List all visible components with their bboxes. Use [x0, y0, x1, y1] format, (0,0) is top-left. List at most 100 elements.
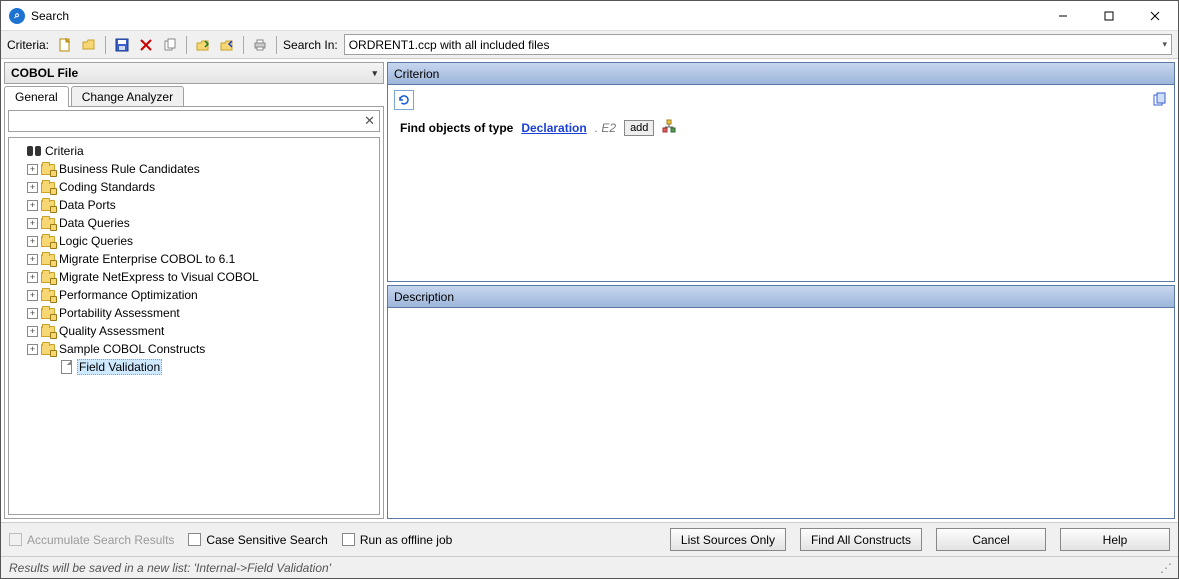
offline-checkbox[interactable]: Run as offline job: [342, 533, 453, 547]
tree-item[interactable]: +Coding Standards: [11, 178, 377, 196]
app-icon: ⌕: [9, 8, 25, 24]
folder-icon: [40, 269, 56, 285]
expand-icon[interactable]: +: [27, 272, 38, 283]
refresh-button[interactable]: [394, 90, 414, 110]
new-file-icon: [58, 38, 72, 52]
folder-icon: [40, 251, 56, 267]
tab-general[interactable]: General: [4, 86, 69, 107]
refresh-icon: [397, 93, 411, 107]
folder-icon: [40, 161, 56, 177]
tree-item-label: Business Rule Candidates: [59, 162, 200, 176]
save-button[interactable]: [112, 35, 132, 55]
clear-filter-icon[interactable]: ✕: [364, 113, 375, 129]
folder-icon: [40, 197, 56, 213]
folder-icon: [40, 233, 56, 249]
file-type-label: COBOL File: [11, 66, 78, 80]
file-type-combo[interactable]: COBOL File ▾: [4, 62, 384, 84]
expand-icon[interactable]: +: [27, 344, 38, 355]
open-criteria-button[interactable]: [79, 35, 99, 55]
expand-icon[interactable]: +: [27, 308, 38, 319]
tab-change-analyzer[interactable]: Change Analyzer: [71, 86, 184, 107]
tree-item[interactable]: +Migrate NetExpress to Visual COBOL: [11, 268, 377, 286]
hierarchy-icon[interactable]: [662, 119, 676, 136]
tree-filter[interactable]: ✕: [8, 110, 380, 132]
checkbox-icon: [188, 533, 201, 546]
status-bar: Results will be saved in a new list: 'In…: [1, 556, 1178, 578]
tree-item[interactable]: + Performance Optimization: [11, 286, 377, 304]
cancel-button[interactable]: Cancel: [936, 528, 1046, 551]
status-text: Results will be saved in a new list: 'In…: [9, 561, 331, 575]
delete-button[interactable]: [136, 35, 156, 55]
maximize-button[interactable]: [1086, 1, 1132, 31]
import-icon: [196, 38, 210, 52]
maximize-icon: [1104, 11, 1114, 21]
folder-icon: [40, 323, 56, 339]
e2-label: . E2: [595, 121, 616, 135]
expand-icon[interactable]: +: [27, 326, 38, 337]
expand-icon[interactable]: +: [27, 290, 38, 301]
tree-item[interactable]: + Sample COBOL Constructs: [11, 340, 377, 358]
copy-button[interactable]: [160, 35, 180, 55]
copy-criterion-button[interactable]: [1150, 89, 1170, 109]
save-icon: [115, 38, 129, 52]
close-button[interactable]: [1132, 1, 1178, 31]
description-header: Description: [388, 286, 1174, 308]
description-panel: Description: [387, 285, 1175, 519]
criteria-tree[interactable]: Criteria + Business Rule Candidates +Codin…: [8, 137, 380, 515]
description-body: [388, 308, 1174, 518]
checkbox-icon: [9, 533, 22, 546]
resize-grip-icon[interactable]: ⋰: [1160, 561, 1170, 575]
tree-leaf-field-validation[interactable]: Field Validation: [11, 358, 377, 376]
bottom-bar: Accumulate Search Results Case Sensitive…: [1, 522, 1178, 556]
print-button[interactable]: [250, 35, 270, 55]
tree-leaf-label: Field Validation: [79, 360, 160, 374]
tree-item[interactable]: +Data Queries: [11, 214, 377, 232]
expand-icon[interactable]: +: [27, 182, 38, 193]
delete-icon: [139, 38, 153, 52]
criterion-panel: Criterion Find objects of type: [387, 62, 1175, 282]
tree-root[interactable]: Criteria: [11, 142, 377, 160]
list-sources-button[interactable]: List Sources Only: [670, 528, 786, 551]
close-icon: [1150, 11, 1160, 21]
export-button[interactable]: [217, 35, 237, 55]
case-sensitive-checkbox[interactable]: Case Sensitive Search: [188, 533, 327, 547]
expand-icon[interactable]: +: [27, 254, 38, 265]
tree-item[interactable]: +Logic Queries: [11, 232, 377, 250]
declaration-link[interactable]: Declaration: [521, 121, 586, 135]
criteria-label: Criteria:: [7, 38, 49, 52]
import-button[interactable]: [193, 35, 213, 55]
tree-item-label: Migrate Enterprise COBOL to 6.1: [59, 252, 235, 266]
titlebar: ⌕ Search: [1, 1, 1178, 31]
expand-icon[interactable]: +: [27, 236, 38, 247]
tree-item[interactable]: + Quality Assessment: [11, 322, 377, 340]
tree-item[interactable]: + Migrate Enterprise COBOL to 6.1: [11, 250, 377, 268]
tree-item-label: Performance Optimization: [59, 288, 198, 302]
chevron-down-icon: ▾: [372, 68, 377, 79]
tree-item[interactable]: + Business Rule Candidates: [11, 160, 377, 178]
find-all-button[interactable]: Find All Constructs: [800, 528, 922, 551]
copy-icon: [163, 38, 177, 52]
tree-item-label: Quality Assessment: [59, 324, 164, 338]
expand-icon[interactable]: +: [27, 200, 38, 211]
new-criteria-button[interactable]: [55, 35, 75, 55]
folder-icon: [40, 287, 56, 303]
find-objects-label: Find objects of type: [400, 121, 513, 135]
add-button[interactable]: add: [624, 120, 654, 136]
minimize-button[interactable]: [1040, 1, 1086, 31]
search-in-label: Search In:: [283, 38, 338, 52]
accumulate-checkbox: Accumulate Search Results: [9, 533, 174, 547]
copy-icon: [1152, 91, 1168, 107]
tree-filter-input[interactable]: [13, 113, 364, 129]
expand-icon[interactable]: +: [27, 218, 38, 229]
expand-icon[interactable]: +: [27, 164, 38, 175]
tree-item[interactable]: +Portability Assessment: [11, 304, 377, 322]
checkbox-icon: [342, 533, 355, 546]
search-in-combo[interactable]: ORDRENT1.ccp with all included files ▾: [344, 34, 1172, 55]
tree-item[interactable]: +Data Ports: [11, 196, 377, 214]
criterion-header: Criterion: [388, 63, 1174, 85]
help-button[interactable]: Help: [1060, 528, 1170, 551]
file-icon: [58, 359, 74, 375]
tree-item-label: Sample COBOL Constructs: [59, 342, 205, 356]
folder-icon: [40, 215, 56, 231]
print-icon: [253, 38, 267, 52]
